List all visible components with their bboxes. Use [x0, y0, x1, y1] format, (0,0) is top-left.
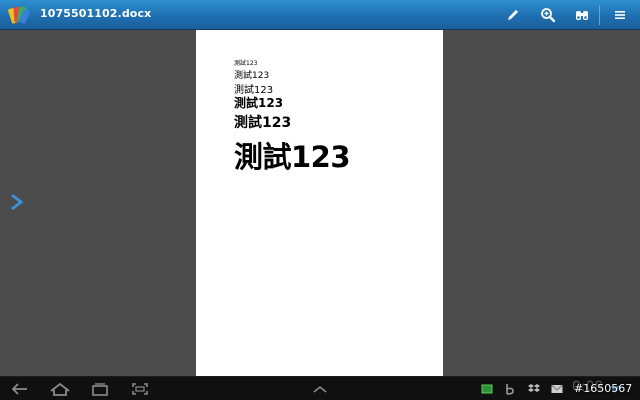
document-page: 測試123 測試123 測試123 測試123 測試123 測試123: [196, 30, 443, 376]
app-drawer-button[interactable]: [308, 379, 332, 399]
notification-dropbox-icon[interactable]: [527, 379, 541, 399]
document-title: 1075501102.docx: [40, 7, 152, 20]
chevron-right-icon[interactable]: [9, 192, 25, 212]
edit-button[interactable]: [498, 0, 528, 30]
document-text-line: 測試123: [234, 60, 258, 67]
recent-apps-icon: [92, 383, 108, 396]
app-notification-icon: [481, 384, 493, 394]
toolbar-separator: [599, 5, 600, 25]
home-button[interactable]: [48, 379, 72, 399]
office-app-icon[interactable]: [8, 4, 30, 26]
back-button[interactable]: [8, 379, 32, 399]
mail-icon: [551, 384, 563, 393]
back-arrow-icon: [11, 383, 27, 395]
action-bar: 1075501102.docx: [0, 0, 640, 30]
document-text-line: 測試123: [234, 140, 351, 174]
overflow-menu-button[interactable]: [605, 0, 635, 30]
zoom-in-icon: [541, 8, 556, 23]
home-icon: [50, 382, 70, 396]
b-letter-icon: [506, 384, 514, 395]
notification-b-icon[interactable]: [503, 379, 517, 399]
zoom-button[interactable]: [533, 0, 563, 30]
find-button[interactable]: [567, 0, 597, 30]
binoculars-icon: [576, 11, 588, 20]
pencil-icon: [508, 10, 518, 20]
recent-apps-button[interactable]: [88, 379, 112, 399]
system-bar: 0:09 #1650567: [0, 376, 640, 400]
notification-app-icon[interactable]: [480, 379, 494, 399]
watermark-text: #1650567: [574, 382, 633, 395]
menu-icon: [615, 11, 625, 19]
chevron-up-icon: [313, 385, 327, 393]
screenshot-icon: [132, 383, 148, 395]
notification-mail-icon[interactable]: [550, 379, 564, 399]
document-viewer[interactable]: 測試123 測試123 測試123 測試123 測試123 測試123: [0, 30, 640, 376]
document-text-line: 測試123: [234, 71, 270, 81]
document-text-line: 測試123: [234, 96, 284, 110]
dropbox-icon: [528, 384, 540, 392]
document-text-line: 測試123: [234, 115, 292, 131]
screenshot-button[interactable]: [128, 379, 152, 399]
